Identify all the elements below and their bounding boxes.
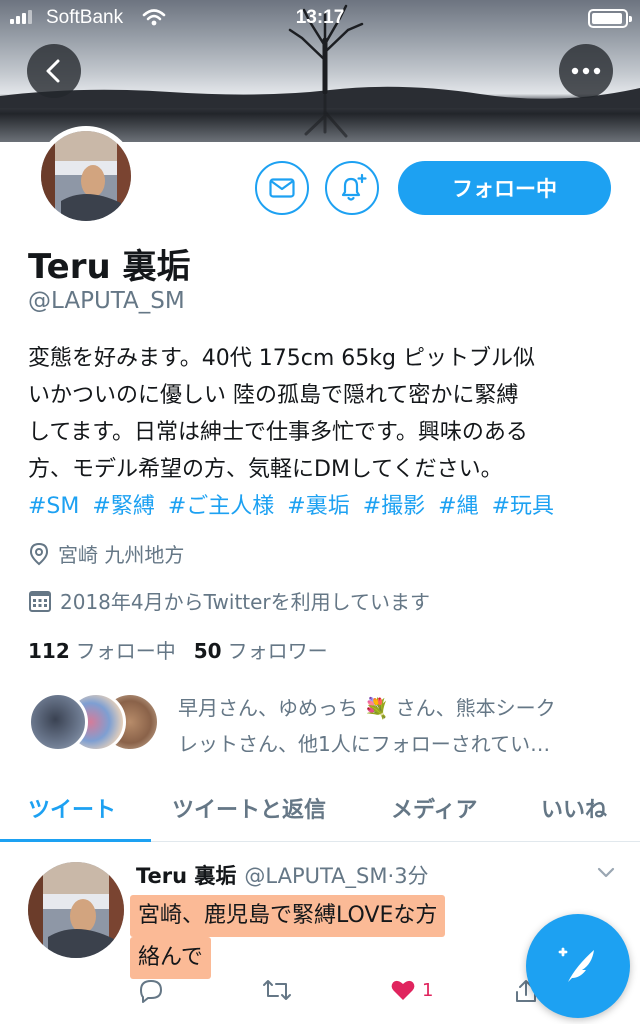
followed-by-text[interactable]: 早月さん、ゆめっち 💐 さん、熊本シーク レットさん、他1人にフォローされてい… [178, 690, 618, 762]
profile-location: 宮崎 九州地方 [28, 539, 184, 568]
joined-text: 2018年4月からTwitterを利用しています [60, 590, 431, 614]
notifications-button[interactable] [325, 161, 379, 215]
following-count: 112 [28, 639, 70, 663]
compose-feather-icon [558, 947, 594, 982]
following-count-link[interactable]: 112 フォロー中 [28, 635, 176, 664]
status-time: 13:17 [295, 7, 345, 28]
retweet-icon [263, 980, 291, 1000]
location-text: 宮崎 九州地方 [58, 543, 185, 567]
tab-tweets[interactable]: ツイート [28, 792, 116, 824]
tweet-time: 3分 [394, 864, 429, 888]
profile-joined-date: 2018年4月からTwitterを利用しています [28, 586, 430, 615]
tweet-author-handle: @LAPUTA_SM [244, 864, 388, 888]
mail-icon [269, 178, 295, 198]
heart-icon [391, 980, 415, 1000]
active-tab-indicator [0, 839, 151, 842]
like-button[interactable]: 1 [390, 978, 433, 1002]
tweet-header: Teru 裏垢 @LAPUTA_SM·3分 [136, 860, 429, 890]
followed-by-line: レットさん、他1人にフォローされてい… [178, 732, 551, 756]
hashtag-link[interactable]: #裏垢 [287, 488, 349, 525]
tab-media[interactable]: メディア [391, 792, 477, 824]
hashtag-link[interactable]: #SM [28, 488, 79, 525]
profile-tabs: ツイート ツイートと返信 メディア いいね [0, 778, 640, 842]
tab-likes[interactable]: いいね [541, 792, 607, 824]
header-banner: SoftBank 13:17 [0, 0, 640, 142]
bio-line: してます。日常は紳士で仕事多忙です。興味のある [28, 420, 528, 445]
profile-name: Teru 裏垢 [28, 247, 191, 287]
reply-button[interactable] [138, 978, 164, 1004]
avatar-photo [41, 131, 131, 221]
reply-icon [140, 980, 162, 1003]
chevron-down-icon[interactable] [596, 866, 616, 880]
profile-handle: @LAPUTA_SM [28, 288, 185, 314]
chevron-left-icon [46, 59, 60, 83]
location-pin-icon [29, 542, 49, 565]
bio-line: 方、モデル希望の方、気軽にDMしてください。 [28, 457, 503, 482]
compose-tweet-button[interactable] [526, 914, 630, 1018]
back-button[interactable] [27, 44, 81, 98]
tweet-text-line: 絡んで [130, 937, 211, 979]
followed-by-line: 早月さん、ゆめっち 💐 さん、熊本シーク [178, 696, 556, 720]
bio-hashtags: #SM #緊縛 #ご主人様 #裏垢 #撮影 #縄 #玩具 [28, 488, 618, 525]
hashtag-link[interactable]: #玩具 [492, 488, 554, 525]
hashtag-link[interactable]: #ご主人様 [168, 488, 274, 525]
more-horizontal-icon [571, 67, 601, 75]
tweet-avatar[interactable] [28, 862, 124, 958]
hashtag-link[interactable]: #緊縛 [92, 488, 154, 525]
tweet-text-line: 宮崎、鹿児島で緊縛LOVEな方 [130, 895, 446, 937]
following-button[interactable]: フォロー中 [398, 161, 611, 215]
tweet-author-name: Teru 裏垢 [136, 864, 237, 888]
avatar [28, 692, 88, 752]
followers-count-link[interactable]: 50 フォロワー [194, 635, 328, 664]
bio-line: 変態を好みます。40代 175cm 65kg ピットブル似 [28, 346, 535, 371]
like-count: 1 [422, 979, 434, 1001]
hashtag-link[interactable]: #縄 [438, 488, 478, 525]
follow-counts: 112 フォロー中 50 フォロワー [28, 635, 328, 664]
message-button[interactable] [255, 161, 309, 215]
bio-line: いかついのに優しい 陸の孤島で隠れて密かに緊縛 [28, 383, 519, 408]
profile-bio: 変態を好みます。40代 175cm 65kg ピットブル似 いかついのに優しい … [28, 340, 618, 525]
more-options-button[interactable] [559, 44, 613, 98]
followed-by-avatars[interactable] [28, 692, 168, 756]
tab-tweets-and-replies[interactable]: ツイートと返信 [172, 792, 326, 824]
tweet-text: 宮崎、鹿児島で緊縛LOVEな方 絡んで [130, 895, 446, 979]
retweet-button[interactable] [262, 978, 292, 1002]
profile-avatar[interactable] [36, 126, 136, 226]
bell-plus-icon [341, 173, 367, 201]
hashtag-link[interactable]: #撮影 [363, 488, 425, 525]
avatar-photo [28, 862, 124, 958]
status-bar: SoftBank 13:17 [0, 0, 640, 38]
battery-icon [588, 9, 632, 28]
followers-count: 50 [193, 639, 222, 663]
calendar-icon [29, 590, 51, 612]
following-label: フォロー中 [75, 639, 176, 663]
followers-label: フォロワー [227, 639, 328, 663]
